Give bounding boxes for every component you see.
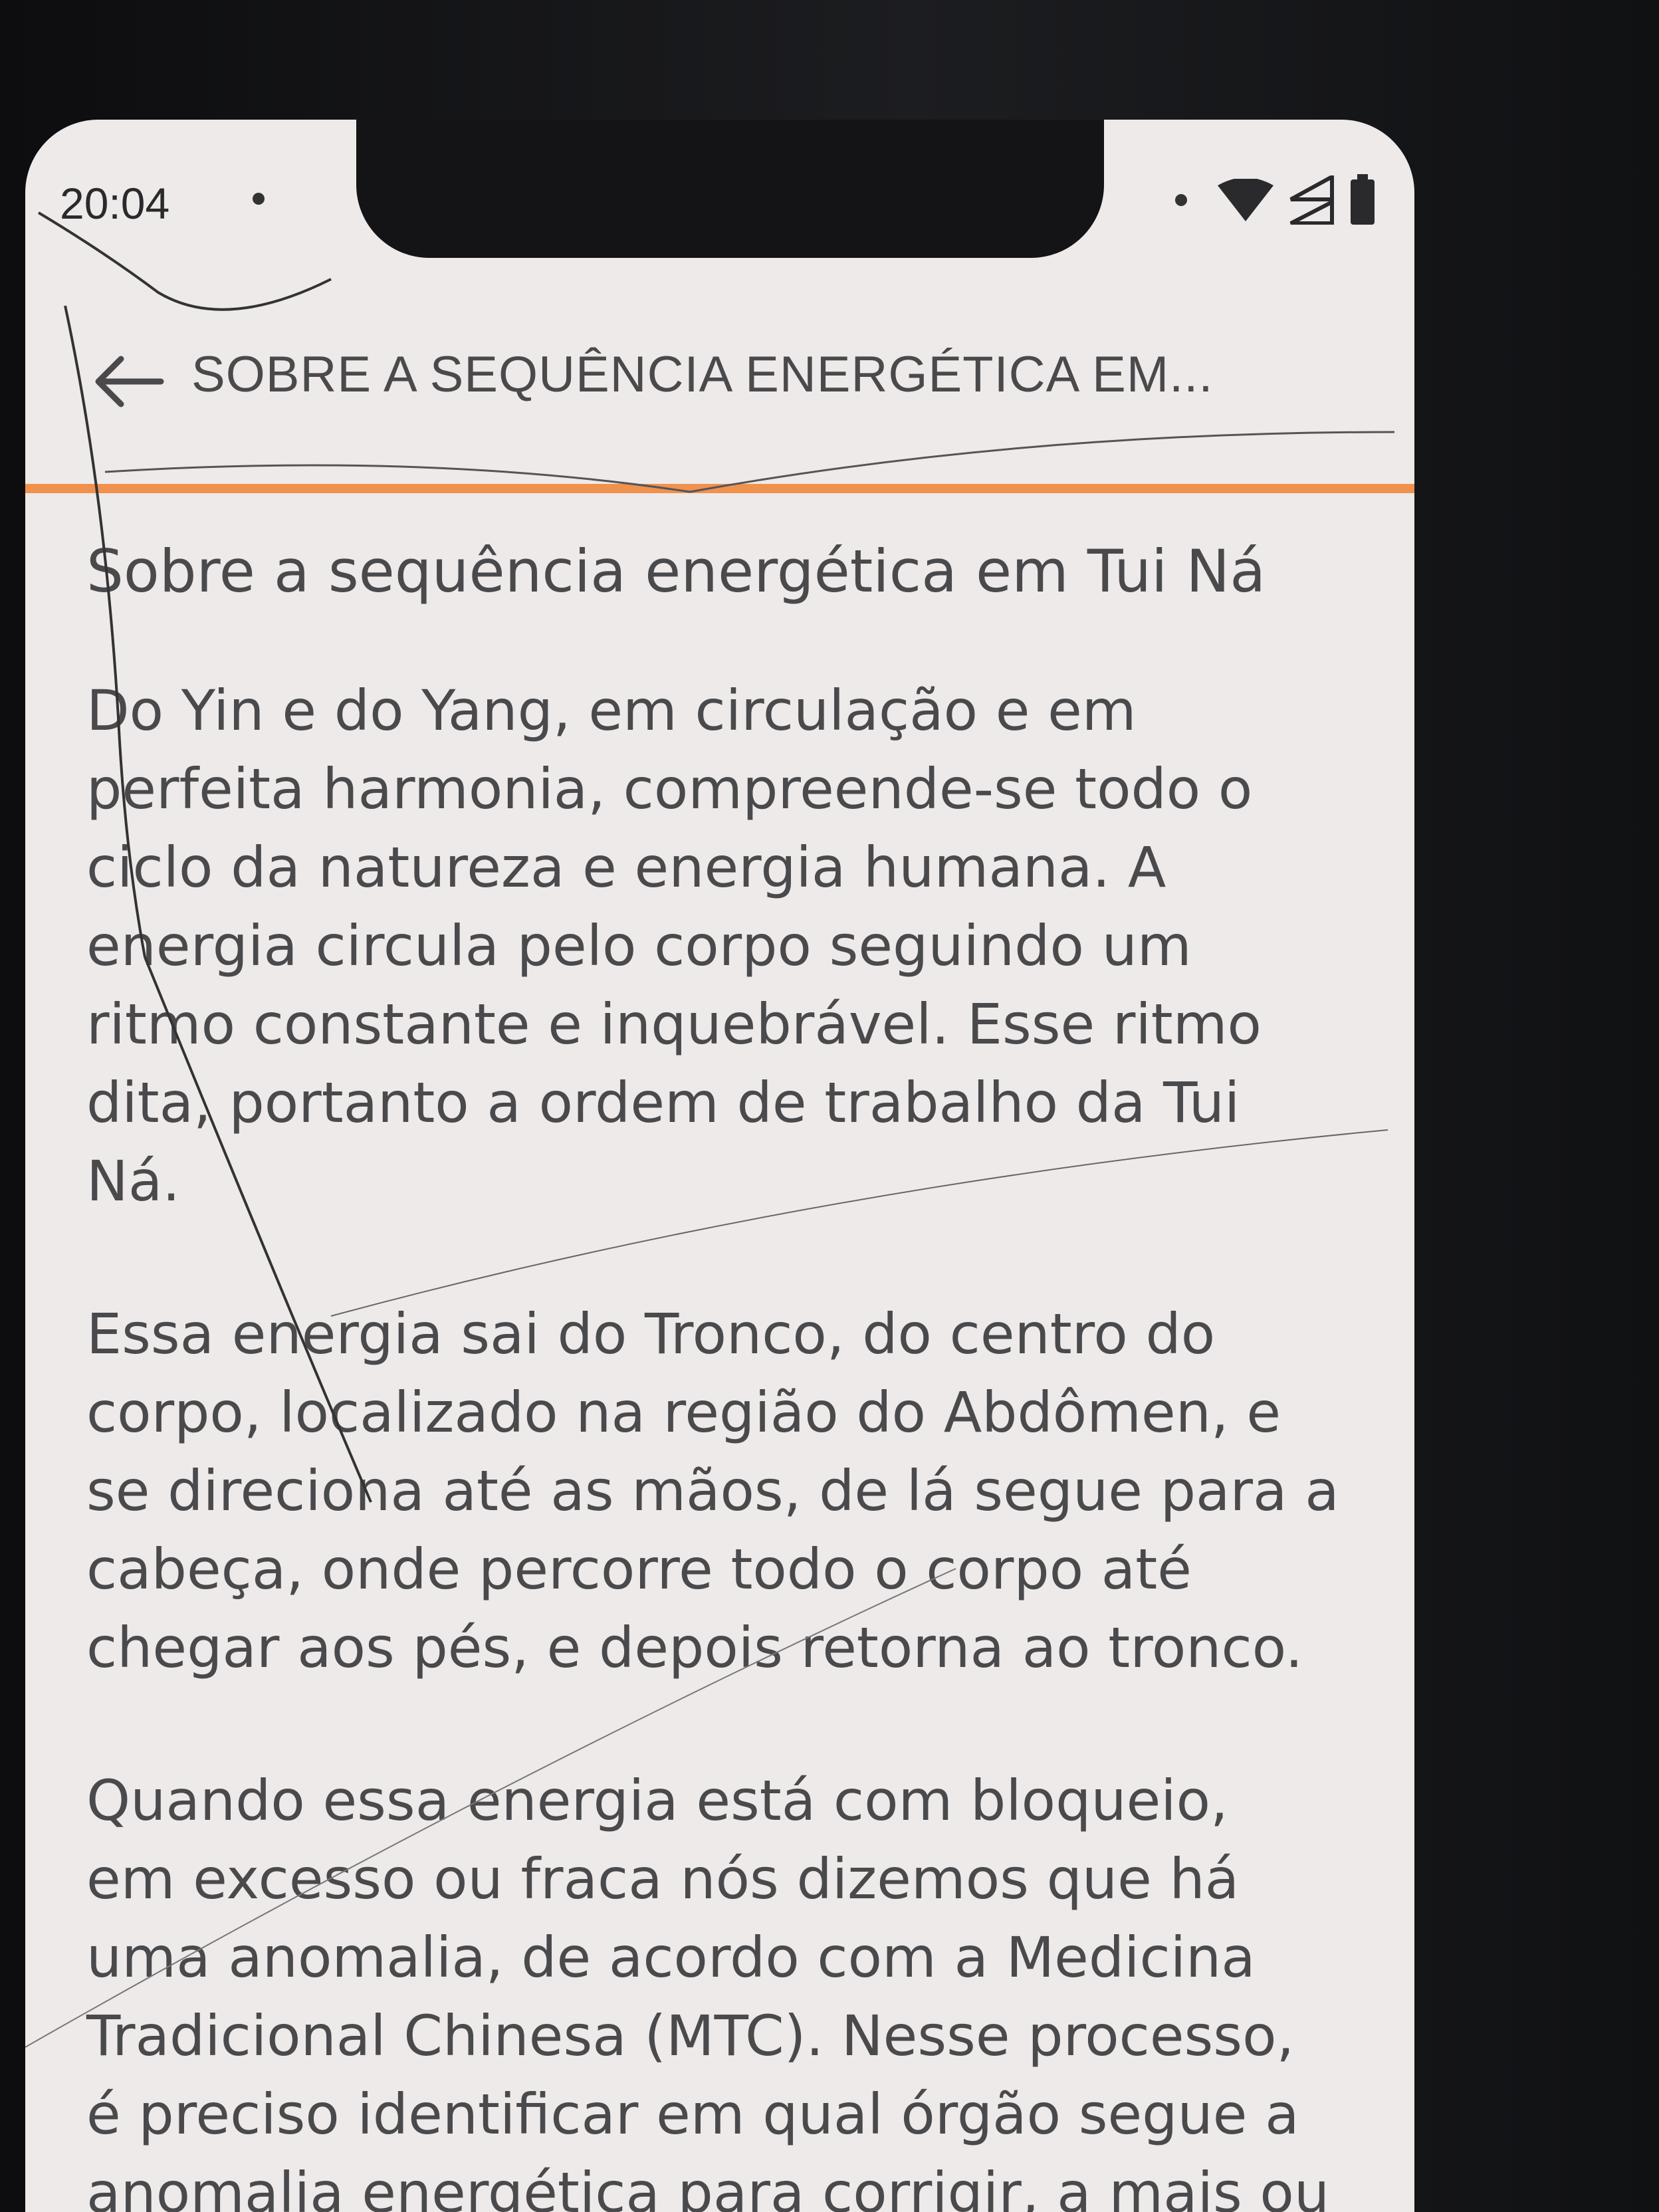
article-content: Sobre a sequência energética em Tui Ná D… — [86, 532, 1389, 2212]
article-heading: Sobre a sequência energética em Tui Ná — [86, 537, 1266, 606]
signal-icon — [1288, 175, 1335, 225]
article-paragraph: Do Yin e do Yang, em circulação e em per… — [86, 678, 1262, 1214]
back-button[interactable] — [92, 354, 165, 412]
phone-screen: 20:04 SOBRE A SEQUÊNCIA ENERGÉTICA EM...… — [25, 120, 1414, 2212]
status-bar: 20:04 — [25, 120, 1414, 273]
wifi-icon — [1218, 179, 1273, 221]
status-icons — [1175, 174, 1376, 226]
camera-notch — [356, 120, 1104, 258]
notification-dot-icon — [253, 193, 265, 205]
status-dot-icon — [1175, 194, 1187, 206]
article-paragraph: Essa energia sai do Tronco, do centro do… — [86, 1301, 1339, 1680]
status-time: 20:04 — [60, 179, 170, 228]
arrow-left-icon — [95, 356, 164, 407]
battery-icon — [1349, 174, 1376, 226]
page-title: SOBRE A SEQUÊNCIA ENERGÉTICA EM... — [191, 346, 1214, 403]
header-divider — [25, 484, 1414, 493]
phone-frame: 20:04 SOBRE A SEQUÊNCIA ENERGÉTICA EM...… — [0, 0, 1659, 2212]
article-paragraph: Quando essa energia está com bloqueio, e… — [86, 1768, 1330, 2212]
